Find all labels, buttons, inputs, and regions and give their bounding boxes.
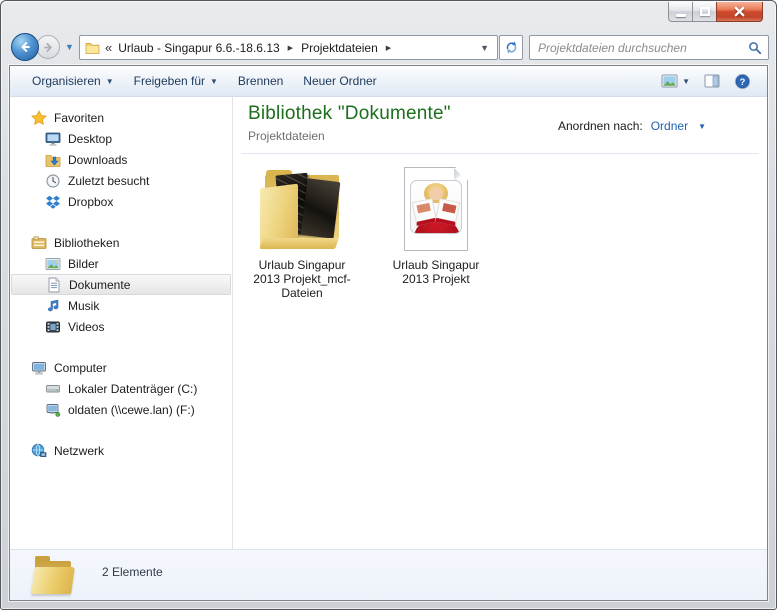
caption-buttons	[668, 2, 763, 22]
dropbox-icon	[45, 194, 61, 210]
sidebar-section-bibliotheken[interactable]: Bibliotheken	[10, 232, 232, 253]
svg-text:?: ?	[740, 76, 746, 87]
downloads-icon	[45, 152, 61, 168]
forward-arrow-icon	[43, 42, 52, 52]
folder-icon	[30, 554, 76, 598]
breadcrumb-separator-icon[interactable]: ▶	[282, 44, 299, 52]
sidebar-section-computer[interactable]: Computer	[10, 357, 232, 378]
refresh-icon	[506, 41, 516, 54]
sidebar-item-downloads[interactable]: Downloads	[10, 149, 232, 170]
address-dropdown-icon[interactable]: ▼	[480, 43, 492, 53]
sidebar-section-netzwerk[interactable]: Netzwerk	[10, 440, 232, 461]
minimize-button[interactable]	[668, 2, 693, 22]
search-box	[529, 35, 769, 60]
magnifier-icon[interactable]	[746, 41, 768, 55]
chevron-down-icon: ▼	[210, 76, 218, 86]
file-item-folder[interactable]: Urlaub Singapur 2013 Projekt_mcf-Dateien	[250, 165, 354, 300]
documents-icon	[46, 277, 62, 293]
chevron-down-icon[interactable]: ▼	[698, 122, 706, 131]
minimize-icon	[675, 13, 686, 17]
sidebar-section-favoriten[interactable]: Favoriten	[10, 107, 232, 128]
hdd-icon	[45, 381, 61, 397]
toolbar-right-group: ▼ ?	[661, 73, 757, 90]
explorer-window: ▼ « Urlaub - Singapur 6.6.-18.6.13 ▶ Pro…	[0, 0, 777, 610]
address-row: ▼ « Urlaub - Singapur 6.6.-18.6.13 ▶ Pro…	[9, 31, 769, 65]
arrange-by-label: Anordnen nach:	[557, 119, 643, 133]
file-item-label: Urlaub Singapur 2013 Projekt_mcf-Dateien	[253, 258, 351, 300]
sidebar-item-zuletzt-besucht[interactable]: Zuletzt besucht	[10, 170, 232, 191]
star-icon	[31, 109, 47, 126]
address-bar[interactable]: « Urlaub - Singapur 6.6.-18.6.13 ▶ Proje…	[79, 35, 498, 60]
network-icon	[31, 443, 47, 459]
breadcrumb-item[interactable]: Projektdateien	[299, 41, 380, 55]
maximize-button[interactable]	[692, 2, 717, 22]
organize-button[interactable]: Organisieren ▼	[22, 69, 124, 93]
navigation-pane: Favoriten Desktop Downloads Zuletzt besu…	[10, 97, 233, 549]
sidebar-item-musik[interactable]: Musik	[10, 295, 232, 316]
folder-with-photos-icon	[258, 165, 346, 253]
close-button[interactable]	[716, 2, 763, 22]
sidebar-item-desktop[interactable]: Desktop	[10, 128, 232, 149]
network-drive-icon	[45, 402, 61, 418]
breadcrumb-separator-icon[interactable]: ▶	[380, 44, 397, 52]
breadcrumb-overflow-chevron[interactable]: «	[105, 40, 112, 55]
item-count: 2 Elemente	[102, 565, 163, 579]
help-button[interactable]: ?	[734, 73, 751, 90]
chevron-down-icon: ▼	[105, 76, 114, 86]
file-item-label: Urlaub Singapur 2013 Projekt	[392, 258, 480, 286]
videos-icon	[45, 319, 61, 335]
arrange-by-control: Anordnen nach: Ordner ▼	[558, 119, 706, 133]
help-icon: ?	[734, 73, 751, 89]
recent-pages-dropdown[interactable]: ▼	[65, 42, 74, 52]
sidebar-item-videos[interactable]: Videos	[10, 316, 232, 337]
photobook-file-icon	[392, 165, 480, 253]
window-content: Organisieren ▼ Freigeben für ▼ Brennen N…	[9, 65, 768, 601]
pictures-icon	[45, 256, 61, 272]
chevron-down-icon: ▼	[682, 76, 690, 86]
desktop-icon	[45, 131, 61, 147]
back-arrow-icon	[21, 42, 30, 52]
refresh-button[interactable]	[499, 35, 523, 60]
items-view: Bibliothek "Dokumente" Projektdateien An…	[233, 97, 767, 549]
back-button[interactable]	[11, 33, 39, 61]
new-folder-button[interactable]: Neuer Ordner	[293, 69, 386, 93]
preview-pane-button[interactable]	[704, 74, 720, 88]
change-view-button[interactable]: ▼	[661, 74, 690, 88]
share-with-button[interactable]: Freigeben für ▼	[124, 69, 228, 93]
sidebar-item-dokumente[interactable]: Dokumente	[11, 274, 231, 295]
sidebar-item-bilder[interactable]: Bilder	[10, 253, 232, 274]
sidebar-item-oldaten-network-drive[interactable]: oldaten (\\cewe.lan) (F:)	[10, 399, 232, 420]
burn-button[interactable]: Brennen	[228, 69, 293, 93]
computer-icon	[31, 360, 47, 376]
sidebar-item-lokaler-datentraeger-c[interactable]: Lokaler Datenträger (C:)	[10, 378, 232, 399]
music-icon	[45, 298, 61, 314]
libraries-icon	[31, 235, 47, 251]
details-pane: 2 Elemente	[10, 549, 767, 600]
search-input[interactable]	[530, 40, 746, 55]
maximize-icon	[699, 7, 710, 16]
sidebar-item-dropbox[interactable]: Dropbox	[10, 191, 232, 212]
breadcrumb-item[interactable]: Urlaub - Singapur 6.6.-18.6.13	[116, 41, 281, 55]
folder-icon	[85, 42, 100, 54]
recent-places-icon	[45, 173, 61, 189]
views-icon	[661, 74, 678, 88]
close-icon	[734, 6, 745, 17]
arrange-by-dropdown[interactable]: Ordner	[651, 119, 688, 133]
file-item-project[interactable]: Urlaub Singapur 2013 Projekt	[384, 165, 488, 300]
command-bar: Organisieren ▼ Freigeben für ▼ Brennen N…	[10, 66, 767, 97]
preview-pane-icon	[704, 74, 720, 88]
forward-button[interactable]	[36, 35, 60, 59]
